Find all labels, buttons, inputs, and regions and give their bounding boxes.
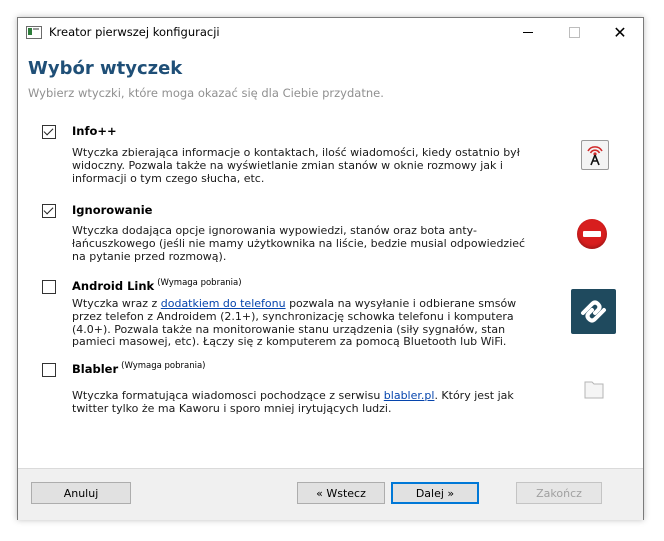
window-title: Kreator pierwszej konfiguracji bbox=[49, 25, 220, 39]
plugin-blabler-label: Blabler bbox=[72, 362, 119, 376]
close-button[interactable]: ✕ bbox=[597, 18, 643, 46]
plugin-android-link-checkbox[interactable] bbox=[42, 280, 56, 294]
page-title: Wybór wtyczek bbox=[28, 58, 183, 79]
requires-download-note: (Wymaga pobrania) bbox=[157, 278, 242, 288]
plugin-blabler-description: Wtyczka formatująca wiadomosci pochodząc… bbox=[72, 389, 542, 416]
minimize-icon bbox=[523, 31, 533, 33]
title-bar[interactable]: Kreator pierwszej konfiguracji ✕ bbox=[18, 18, 643, 46]
plugin-info-name: Info++ bbox=[72, 124, 117, 138]
plugin-blabler-desc-start: Wtyczka formatująca wiadomosci pochodząc… bbox=[72, 389, 384, 402]
radio-tower-icon bbox=[581, 140, 609, 170]
minimize-button[interactable] bbox=[505, 18, 551, 46]
plugin-android-link-description: Wtyczka wraz z dodatkiem do telefonu poz… bbox=[72, 297, 542, 349]
plugin-info-label: Info++ bbox=[72, 124, 117, 138]
blabler-link[interactable]: blabler.pl bbox=[384, 389, 435, 402]
plugin-blabler-checkbox[interactable] bbox=[42, 363, 56, 377]
wizard-window: Kreator pierwszej konfiguracji ✕ Wybór w… bbox=[17, 17, 644, 520]
plugin-blabler-name: Blabler (Wymaga pobrania) bbox=[72, 361, 206, 376]
maximize-button[interactable] bbox=[551, 18, 597, 46]
stop-sign-icon bbox=[577, 219, 607, 249]
page-subtitle: Wybierz wtyczki, które moga okazać się d… bbox=[28, 86, 384, 100]
finish-button[interactable]: Zakończ bbox=[516, 482, 602, 504]
cancel-button[interactable]: Anuluj bbox=[31, 482, 131, 504]
plugin-ignorowanie-description: Wtyczka dodająca opcje ignorowania wypow… bbox=[72, 224, 526, 263]
phone-addon-link[interactable]: dodatkiem do telefonu bbox=[161, 297, 286, 310]
blank-file-icon bbox=[584, 381, 604, 399]
plugin-android-link-label: Android Link bbox=[72, 279, 155, 293]
back-button[interactable]: « Wstecz bbox=[297, 482, 385, 504]
plugin-ignorowanie-checkbox[interactable] bbox=[42, 204, 56, 218]
plugin-android-link-desc-start: Wtyczka wraz z bbox=[72, 297, 161, 310]
close-icon: ✕ bbox=[613, 22, 627, 42]
plugin-ignorowanie-label: Ignorowanie bbox=[72, 203, 153, 217]
maximize-icon bbox=[568, 26, 580, 38]
plugin-info-checkbox[interactable] bbox=[42, 125, 56, 139]
plugin-info-description: Wtyczka zbierająca informacje o kontakta… bbox=[72, 146, 520, 185]
next-button[interactable]: Dalej » bbox=[391, 482, 479, 504]
app-icon bbox=[26, 26, 42, 39]
requires-download-note: (Wymaga pobrania) bbox=[121, 361, 206, 371]
android-link-icon bbox=[571, 289, 616, 334]
plugin-android-link-name: Android Link (Wymaga pobrania) bbox=[72, 278, 242, 293]
plugin-ignorowanie-name: Ignorowanie bbox=[72, 203, 152, 217]
